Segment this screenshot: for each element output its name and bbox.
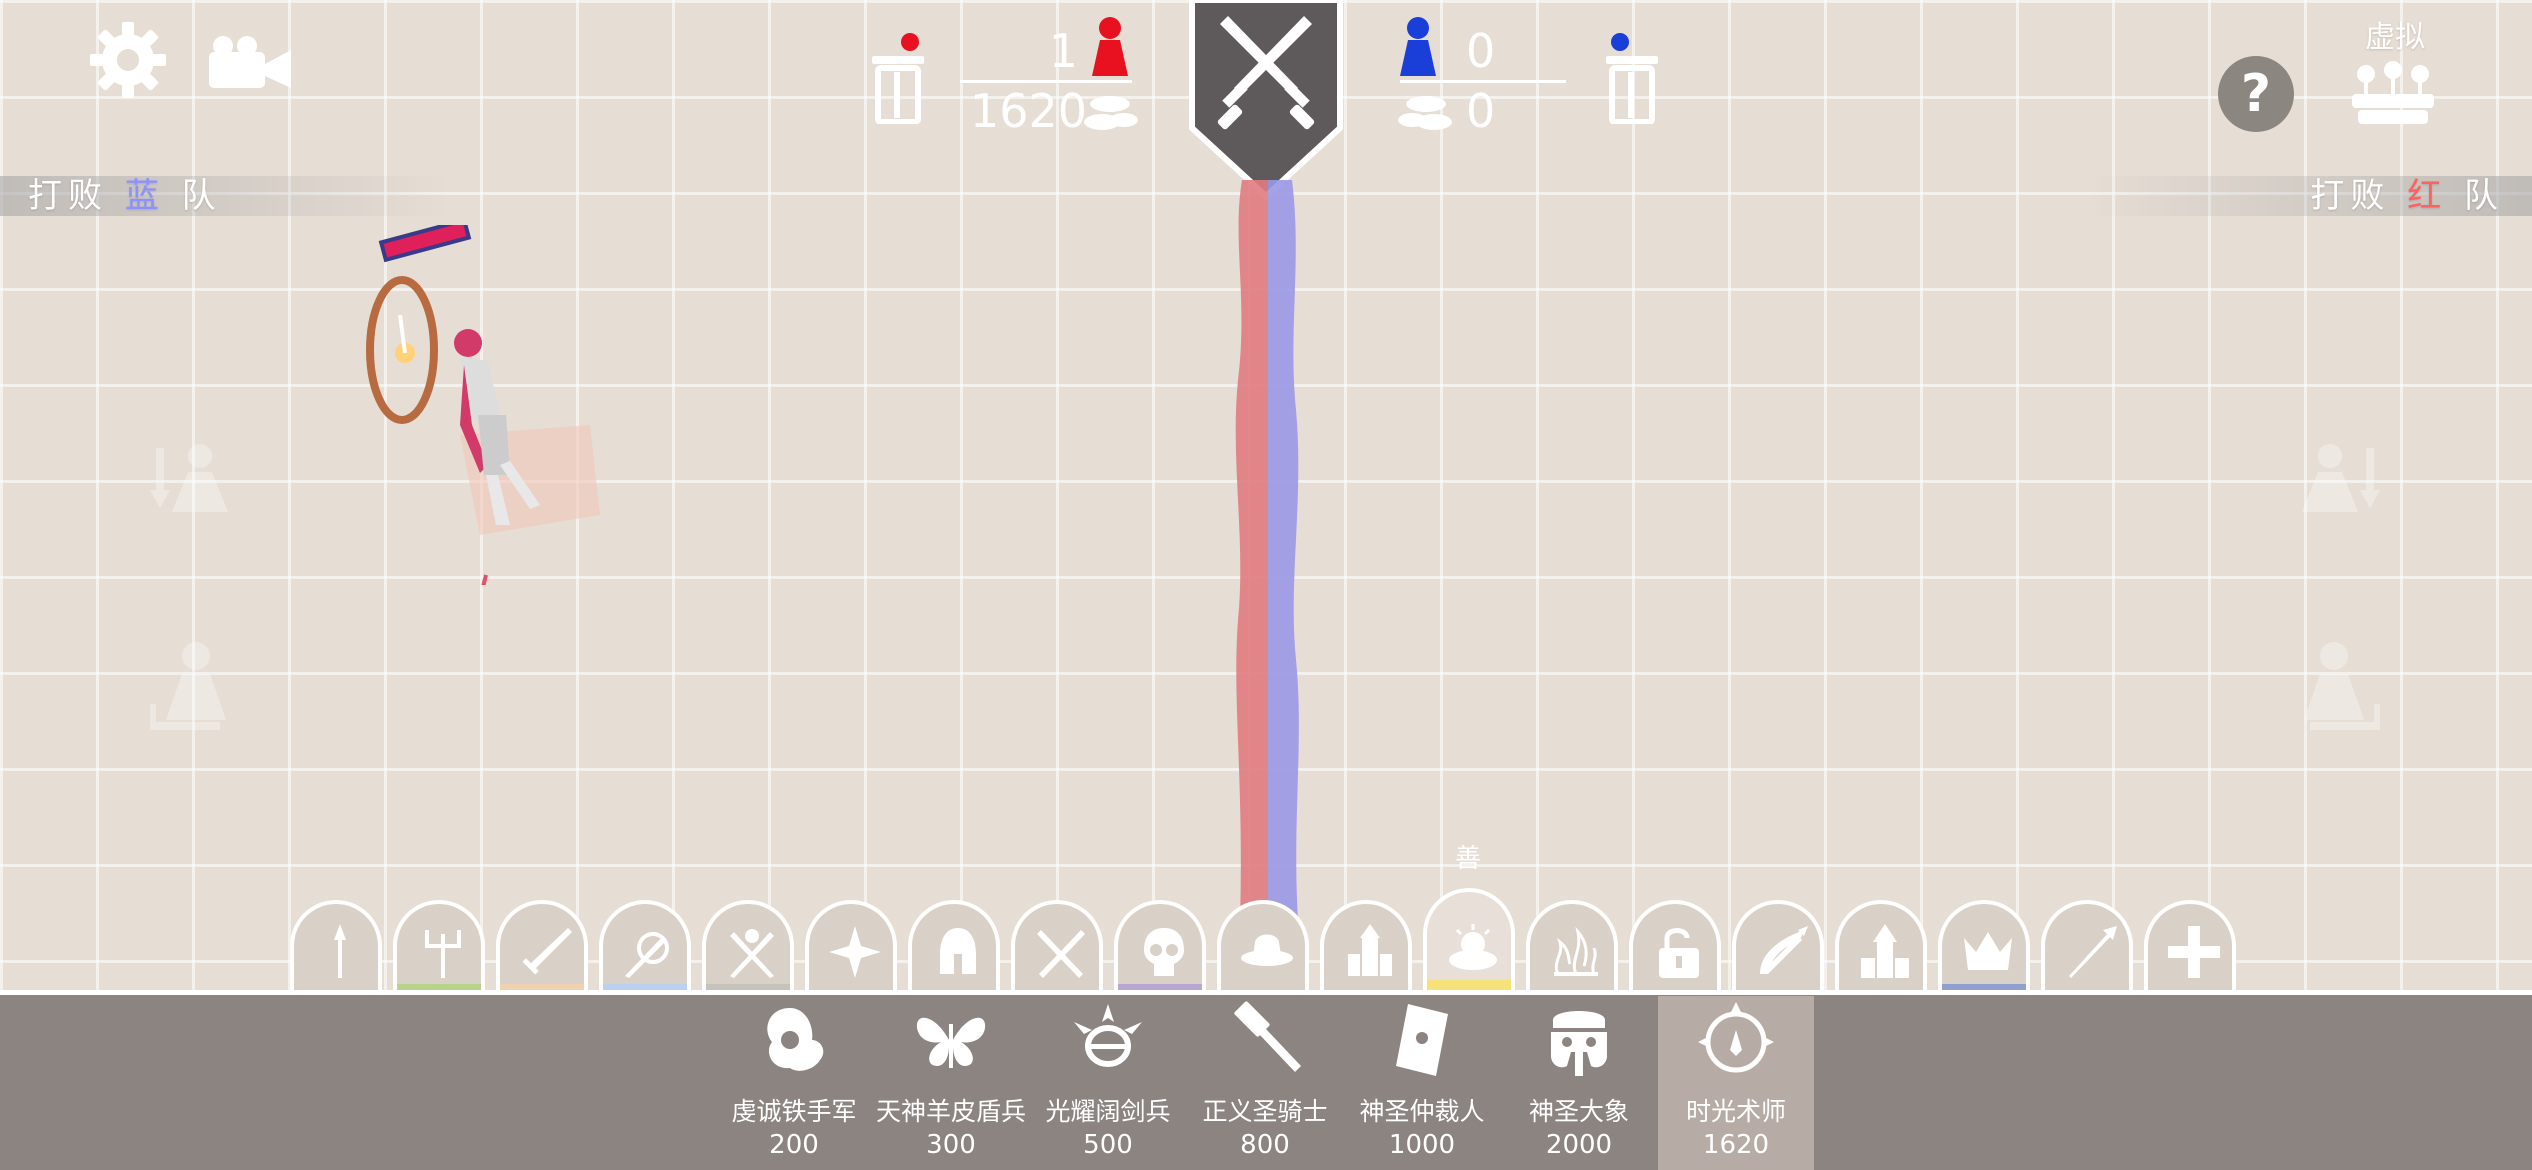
unit-name: 虔诚铁手军 [731,1097,857,1126]
objective-banner-right: 打败 红 队 [2084,176,2532,216]
unit-card[interactable]: 神圣大象 2000 [1501,1000,1657,1170]
tab-faction-tribal[interactable] [290,900,382,990]
banner-prefix: 打败 [2310,176,2391,216]
score-divider-left [960,80,1132,83]
tab-faction-medieval[interactable] [496,900,588,990]
tower-icon [1861,924,1909,978]
objective-banner-left: 打败 蓝 队 [0,176,448,216]
tab-faction-farmer[interactable] [393,900,485,990]
undo-unit-icon[interactable] [148,640,230,736]
tab-faction-crossbow[interactable] [1732,900,1824,990]
sword-icon [522,928,572,975]
cloud-sun-icon [1449,924,1497,970]
cowboy-hat-icon [1241,934,1293,966]
shield-sword-icon [625,932,669,978]
banner-prefix: 打败 [28,176,108,216]
tab-faction-pirate[interactable] [1011,900,1103,990]
unit-card[interactable]: 光耀阔剑兵 500 [1030,1000,1186,1170]
unit-card[interactable]: 天神羊皮盾兵 300 [873,1000,1029,1170]
tab-faction-renaissance[interactable] [908,900,1000,990]
battle-start-emblem[interactable] [1188,0,1344,201]
blue-unit-count: 0 [1466,24,1496,78]
crown-icon [1964,932,2012,970]
tab-faction-fortress[interactable] [1835,900,1927,990]
unit-card-selected[interactable]: 时光术师 1620 [1658,996,1814,1170]
tab-faction-secret[interactable] [1629,900,1721,990]
help-button[interactable]: ? [2218,56,2294,132]
unit-name: 时光术师 [1685,1097,1786,1126]
tab-faction-legacy[interactable] [1320,900,1412,990]
unit-name: 光耀阔剑兵 [1045,1097,1171,1126]
tab-faction-wild-west[interactable] [1217,900,1309,990]
unlock-icon [1659,928,1699,978]
tab-faction-ancient[interactable] [599,900,691,990]
butterfly-icon [916,1017,986,1068]
castle-icon [1348,924,1392,976]
crossed-axes-icon [730,929,774,978]
unit-card[interactable]: 虔诚铁手军 200 [716,1000,872,1170]
elephant-icon [1551,1011,1607,1076]
iron-fist-icon [767,1008,824,1071]
arrow-icon [2069,926,2117,978]
tab-faction-spooky[interactable] [1114,900,1206,990]
move-down-unit-icon[interactable] [2300,440,2380,520]
unit-card[interactable]: 神圣仲裁人 1000 [1344,1000,1500,1170]
score-divider-right [1400,80,1566,83]
red-unit-count: 1 [1048,24,1078,78]
blue-total-cost: 0 [1466,84,1496,138]
banner-team-blue: 蓝 [124,176,165,216]
tab-faction-dynasty[interactable] [805,900,897,990]
unit-name: 正义圣骑士 [1202,1097,1328,1126]
red-total-cost: 1620 [970,84,1088,138]
virtual-label: 虚拟 [2365,20,2425,55]
coins-icon [1082,94,1140,134]
banner-suffix: 队 [181,176,222,216]
clear-blue-trash-icon[interactable] [1604,32,1660,125]
move-down-unit-icon[interactable] [150,440,230,520]
flame-icon [1554,926,1598,976]
unit-cost: 500 [1083,1130,1133,1160]
tab-faction-sandbox[interactable] [2041,900,2133,990]
unit-cost: 200 [769,1130,819,1160]
unit-cost: 800 [1240,1130,1290,1160]
tab-faction-viking[interactable] [702,900,794,990]
shuriken-icon [829,926,881,978]
tab-faction-custom[interactable] [2144,900,2236,990]
deployed-unit-time-mage[interactable] [360,217,610,592]
spartan-helmet-icon [940,928,976,974]
crossbow-icon [1760,926,1808,974]
red-pawn-icon [1092,16,1128,76]
clock-icon [1698,1002,1774,1073]
crossed-swords-icon [1037,930,1085,978]
unit-name: 神圣仲裁人 [1359,1097,1485,1126]
coins-icon [1396,94,1454,134]
clear-red-trash-icon[interactable] [870,32,926,125]
camera-icon[interactable] [205,34,293,90]
unit-name: 天神羊皮盾兵 [875,1097,1026,1126]
undo-unit-icon[interactable] [2300,640,2382,736]
trident-icon [425,930,461,978]
tab-faction-evil[interactable] [1526,900,1618,990]
unit-cost: 1620 [1702,1130,1770,1160]
blue-pawn-icon [1400,16,1436,76]
banner-suffix: 队 [2464,176,2504,216]
plus-icon [2168,926,2220,978]
tab-faction-royal[interactable] [1938,900,2030,990]
halo-icon [1074,1004,1142,1067]
team-boundary-line [1232,180,1302,920]
skull-icon [1144,928,1184,976]
unit-cost: 1000 [1388,1130,1456,1160]
unit-name: 神圣大象 [1528,1097,1629,1126]
unit-cost: 2000 [1545,1130,1613,1160]
active-faction-label: 善 [1455,844,1482,874]
unit-card[interactable]: 正义圣骑士 800 [1187,1000,1343,1170]
settings-gear-icon[interactable] [88,20,168,100]
unit-cost: 300 [926,1130,976,1160]
tab-faction-good[interactable] [1423,888,1515,990]
spear-icon [334,924,346,978]
book-icon [1396,1004,1448,1076]
virtual-controller-icon[interactable] [2348,60,2438,130]
hammer-icon [1234,1001,1301,1072]
banner-team-red: 红 [2407,176,2448,216]
